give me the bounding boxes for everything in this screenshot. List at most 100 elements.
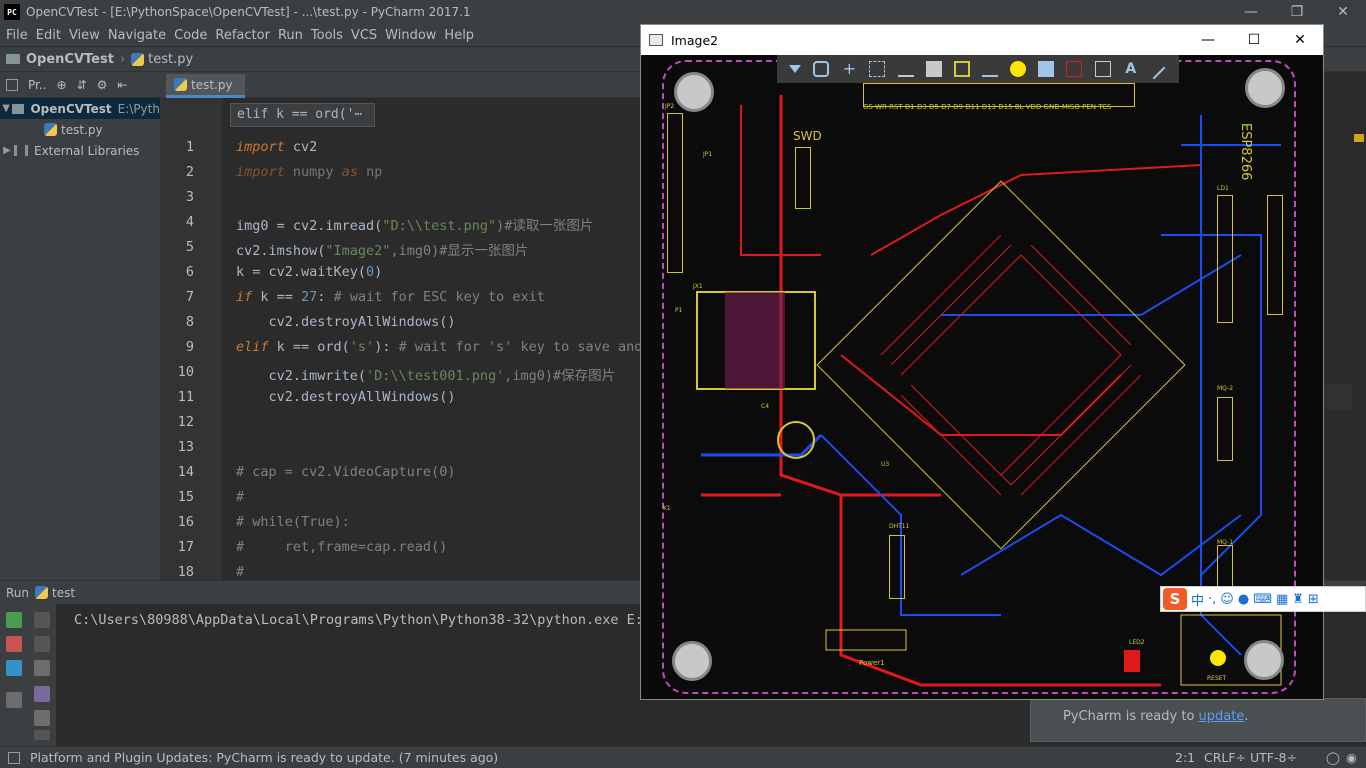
wire-icon[interactable] — [953, 61, 970, 77]
tree-file[interactable]: test.py — [0, 119, 160, 140]
window-title: OpenCVTest - [E:\PythonSpace\OpenCVTest]… — [26, 5, 471, 19]
menu-file[interactable]: File — [2, 28, 32, 43]
event-log-icon[interactable] — [8, 751, 20, 764]
menu-grid-icon[interactable]: ⊞ — [1308, 592, 1319, 607]
down-icon[interactable] — [34, 636, 50, 652]
hide-icon[interactable]: ⇤ — [117, 78, 127, 92]
gear-icon[interactable]: ⚙ — [97, 78, 108, 92]
line-number: 3 — [185, 189, 194, 205]
keyboard-icon[interactable]: ⌨ — [1253, 592, 1272, 607]
code-line-1: import cv2 — [236, 139, 318, 155]
more-icon[interactable] — [34, 730, 50, 740]
tab-test-py[interactable]: test.py — [166, 74, 245, 98]
sogou-logo[interactable]: S — [1163, 588, 1187, 610]
print-icon[interactable] — [34, 710, 50, 726]
tree-libraries[interactable]: ▶ External Libraries — [0, 140, 160, 161]
label-reset: RESET — [1207, 675, 1227, 682]
line-separator[interactable]: CRLF÷ — [1204, 750, 1246, 765]
editor-gutter: 1 2 3 4 5 6 7 8 9 10 11 12 13 14 15 16 1… — [160, 98, 222, 580]
update-link[interactable]: update — [1199, 709, 1245, 724]
code-line-18: # — [236, 564, 245, 580]
breadcrumb-file[interactable]: test.py — [148, 52, 193, 67]
line-number: 9 — [185, 339, 194, 355]
layer-icon[interactable] — [1038, 61, 1055, 77]
chart-icon[interactable] — [897, 61, 914, 77]
python-file-icon — [174, 78, 187, 91]
signal-icon[interactable] — [982, 61, 999, 77]
select-icon[interactable] — [869, 61, 886, 77]
code-line-7: if k == 27: # wait for ESC key to exit — [236, 289, 545, 305]
pin-icon[interactable] — [1010, 61, 1027, 77]
menu-window[interactable]: Window — [381, 28, 440, 43]
menu-navigate[interactable]: Navigate — [104, 28, 170, 43]
minimize-button[interactable]: — — [1228, 0, 1274, 24]
tree-root[interactable]: ▼ OpenCVTest E:\Pyth — [0, 98, 160, 119]
pcb-toolbar: + A — [777, 55, 1179, 83]
code-line-14: # cap = cv2.VideoCapture(0) — [236, 464, 456, 480]
microphone-icon[interactable]: ● — [1238, 592, 1249, 607]
emoji-icon[interactable]: ☺ — [1220, 592, 1234, 607]
sync-icon[interactable]: ⊕ — [57, 78, 67, 92]
inspector-icon[interactable]: ◉ — [1346, 750, 1357, 765]
menu-refactor[interactable]: Refactor — [211, 28, 274, 43]
ime-toolbar: S 中 ‧, ☺ ● ⌨ ▦ ♜ ⊞ — [1160, 586, 1366, 612]
title-bar: PC OpenCVTest - [E:\PythonSpace\OpenCVTe… — [0, 0, 1366, 24]
run-config[interactable]: test — [52, 586, 75, 600]
caret-position[interactable]: 2:1 — [1175, 750, 1195, 765]
maximize-button[interactable]: ❐ — [1274, 0, 1320, 24]
lock-icon[interactable]: ◯ — [1326, 750, 1340, 765]
skin-icon[interactable]: ♜ — [1292, 592, 1304, 607]
route-icon[interactable] — [813, 61, 830, 77]
menu-tools[interactable]: Tools — [307, 28, 347, 43]
expand-arrow-icon[interactable]: ▼ — [0, 103, 12, 114]
update-notification: PyCharm is ready to update. — [1030, 698, 1366, 742]
line-number: 13 — [177, 439, 194, 455]
rerun-icon[interactable] — [6, 612, 22, 628]
label-c4: C4 — [761, 403, 770, 410]
layout-icon[interactable] — [6, 692, 22, 708]
text-icon[interactable]: A — [1123, 61, 1139, 77]
line-number: 6 — [185, 264, 194, 280]
menu-help[interactable]: Help — [440, 28, 478, 43]
project-view-selector[interactable]: Pr.. — [28, 78, 47, 92]
dimension-icon[interactable] — [1094, 61, 1111, 77]
python-file-icon — [44, 123, 57, 136]
line-number: 10 — [177, 364, 194, 380]
code-line-16: # while(True): — [236, 514, 350, 530]
punctuation-icon[interactable]: ‧, — [1208, 592, 1216, 607]
code-editor[interactable]: import cv2 import numpy as np img0 = cv2… — [222, 98, 640, 580]
code-line-15: # — [236, 489, 245, 505]
collapse-icon[interactable]: ⇵ — [77, 78, 87, 92]
menu-edit[interactable]: Edit — [32, 28, 65, 43]
scroll-end-icon[interactable] — [34, 686, 50, 702]
menu-vcs[interactable]: VCS — [347, 28, 381, 43]
wrap-icon[interactable] — [34, 660, 50, 676]
ime-language[interactable]: 中 — [1191, 590, 1204, 609]
close-button[interactable]: ✕ — [1320, 0, 1366, 24]
stop-icon[interactable] — [6, 636, 22, 652]
collapse-arrow-icon[interactable]: ▶ — [0, 145, 14, 156]
status-message[interactable]: Platform and Plugin Updates: PyCharm is … — [30, 750, 498, 765]
menu-run[interactable]: Run — [274, 28, 307, 43]
layout-icon[interactable] — [6, 78, 18, 91]
mounting-hole — [672, 641, 712, 681]
menu-code[interactable]: Code — [170, 28, 211, 43]
menu-view[interactable]: View — [65, 28, 104, 43]
label-mq1: MQ-1 — [1217, 539, 1234, 546]
image2-maximize-button[interactable]: ☐ — [1231, 25, 1277, 55]
file-encoding[interactable]: UTF-8÷ — [1250, 750, 1297, 765]
up-icon[interactable] — [34, 612, 50, 628]
editor-scrollbar[interactable] — [1352, 98, 1366, 580]
image2-close-button[interactable]: ✕ — [1277, 25, 1323, 55]
line-icon[interactable] — [1152, 66, 1166, 80]
pause-icon[interactable] — [6, 660, 22, 676]
code-tooltip: elif k == ord('⋯ — [230, 103, 375, 127]
add-icon[interactable]: + — [841, 61, 857, 77]
breadcrumb-project[interactable]: OpenCVTest — [26, 52, 114, 67]
status-bar: Platform and Plugin Updates: PyCharm is … — [0, 746, 1366, 768]
component-icon[interactable] — [925, 61, 942, 77]
filter-icon[interactable] — [789, 65, 802, 73]
toolbox-icon[interactable]: ▦ — [1276, 592, 1288, 607]
image2-minimize-button[interactable]: — — [1185, 25, 1231, 55]
graph-icon[interactable] — [1066, 61, 1083, 77]
